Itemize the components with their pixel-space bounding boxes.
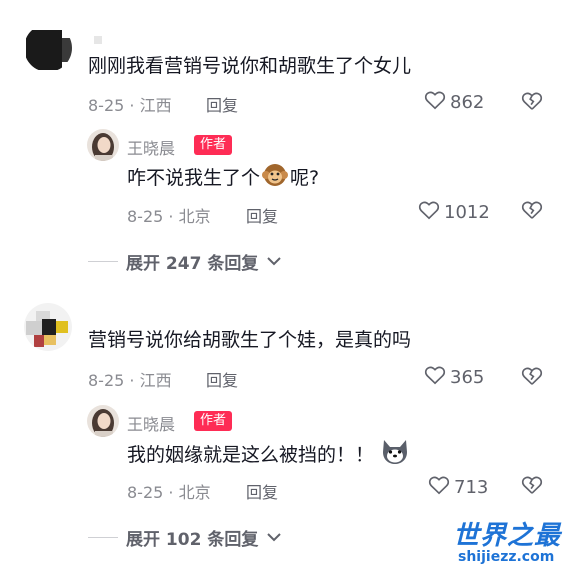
- like-count: 365: [450, 367, 485, 388]
- divider: [88, 537, 118, 538]
- comment-meta: 8-25 · 江西: [88, 96, 172, 115]
- broken-heart-icon: [521, 92, 543, 110]
- like-button[interactable]: 862: [424, 90, 484, 115]
- comment-location: 江西: [139, 371, 172, 390]
- broken-heart-icon: [521, 367, 543, 385]
- reply-button[interactable]: 回复: [246, 479, 278, 503]
- comment-text: 刚刚我看营销号说你和胡歌生了个女儿: [88, 55, 412, 77]
- comment-meta: 8-25 · 江西: [88, 371, 172, 390]
- author-reply-text: 我的姻缘就是这么被挡的！！: [127, 438, 410, 473]
- dislike-button[interactable]: [521, 200, 543, 224]
- heart-icon: [428, 475, 450, 500]
- reply-button[interactable]: 回复: [246, 203, 278, 227]
- reply-location: 北京: [178, 207, 211, 226]
- expand-replies-label: 展开 247 条回复: [126, 254, 259, 274]
- author-reply-text: 咋不说我生了个 呢?: [127, 162, 319, 195]
- like-button[interactable]: 713: [428, 475, 488, 500]
- watermark-url: shijiezz.com: [458, 549, 555, 565]
- reply-date: 8-25: [127, 207, 164, 226]
- author-reply-meta: 8-25 · 北京: [127, 207, 211, 226]
- like-button[interactable]: 1012: [418, 200, 490, 225]
- expand-replies-label: 展开 102 条回复: [126, 530, 259, 550]
- like-button[interactable]: 365: [424, 365, 484, 390]
- chevron-down-icon: [266, 252, 282, 272]
- heart-icon: [424, 365, 446, 390]
- broken-heart-icon: [521, 201, 543, 219]
- divider: [88, 261, 118, 262]
- dislike-button[interactable]: [521, 91, 543, 115]
- author-badge: 作者: [194, 411, 233, 431]
- comment-date: 8-25: [88, 371, 125, 390]
- dislike-button[interactable]: [521, 475, 543, 499]
- broken-heart-icon: [521, 476, 543, 494]
- watermark-title: 世界之最: [453, 521, 562, 551]
- expand-replies-button[interactable]: 展开 247 条回复: [88, 249, 282, 274]
- commenter-avatar[interactable]: [24, 303, 72, 351]
- reply-button[interactable]: 回复: [206, 92, 238, 116]
- comment-date: 8-25: [88, 96, 125, 115]
- comment-location: 江西: [139, 96, 172, 115]
- avatar-mark-icon: [94, 36, 102, 44]
- commenter-avatar[interactable]: [24, 24, 72, 72]
- monkey-emoji-icon: [262, 162, 289, 195]
- author-avatar[interactable]: [87, 405, 119, 437]
- heart-icon: [418, 200, 440, 225]
- author-reply-meta: 8-25 · 北京: [127, 483, 211, 502]
- dislike-button[interactable]: [521, 366, 543, 390]
- comment-text: 营销号说你给胡歌生了个娃，是真的吗: [88, 329, 412, 351]
- like-count: 713: [454, 477, 489, 498]
- author-avatar[interactable]: [87, 129, 119, 161]
- author-name[interactable]: 王晓晨: [127, 135, 175, 159]
- expand-replies-button[interactable]: 展开 102 条回复: [88, 525, 282, 550]
- dog-emoji-icon: [380, 438, 410, 473]
- comment-1: 刚刚我看营销号说你和胡歌生了个女儿 8-25 · 江西 回复 862 王晓晨 作…: [0, 0, 568, 285]
- chevron-down-icon: [266, 528, 282, 548]
- reply-button[interactable]: 回复: [206, 367, 238, 391]
- reply-date: 8-25: [127, 483, 164, 502]
- like-count: 862: [450, 92, 485, 113]
- author-badge: 作者: [194, 135, 233, 155]
- author-name[interactable]: 王晓晨: [127, 411, 175, 435]
- reply-location: 北京: [178, 483, 211, 502]
- heart-icon: [424, 90, 446, 115]
- like-count: 1012: [444, 202, 490, 223]
